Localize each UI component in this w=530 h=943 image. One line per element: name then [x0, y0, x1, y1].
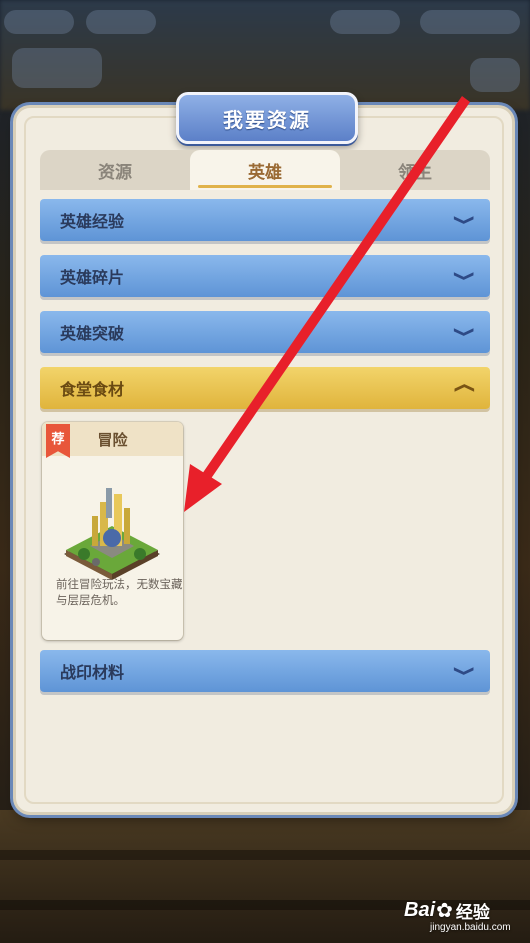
watermark-text: 经验 — [455, 902, 490, 923]
section-canteen-ingredients[interactable]: 食堂食材 ❯ — [40, 367, 490, 409]
chevron-down-icon: ❯ — [452, 665, 476, 677]
section-label: 战印材料 — [60, 663, 125, 682]
chevron-down-icon: ❯ — [452, 270, 476, 282]
section-hero-breakthrough[interactable]: 英雄突破 ❯ — [40, 311, 490, 353]
background-blur — [4, 10, 74, 34]
background-blur — [12, 48, 102, 88]
card-description: 前往冒险玩法，无数宝藏与层层危机。 — [56, 577, 183, 607]
background-shelf — [0, 850, 530, 860]
tab-resources[interactable]: 资源 — [40, 150, 190, 190]
section-label: 英雄突破 — [60, 324, 125, 343]
tab-heroes[interactable]: 英雄 — [190, 150, 340, 190]
section-label: 英雄经验 — [60, 212, 125, 231]
tab-lord[interactable]: 领主 — [340, 150, 490, 190]
section-hero-shards[interactable]: 英雄碎片 ❯ — [40, 255, 490, 297]
dialog-title: 我要资源 — [176, 92, 358, 144]
background-blur — [420, 10, 520, 34]
background-blur — [330, 10, 400, 34]
paw-icon: ✿ — [436, 898, 453, 922]
watermark-logo: Bai — [404, 898, 436, 921]
section-label: 英雄碎片 — [60, 268, 125, 287]
chevron-down-icon: ❯ — [452, 214, 476, 226]
watermark-url: jingyan.baidu.com — [430, 922, 511, 933]
section-label: 食堂食材 — [60, 380, 125, 399]
tab-bar: 资源 英雄 领主 — [40, 150, 490, 190]
background-blur — [86, 10, 156, 34]
chevron-down-icon: ❯ — [452, 326, 476, 338]
adventure-illustration — [64, 488, 160, 580]
section-hero-exp[interactable]: 英雄经验 ❯ — [40, 199, 490, 241]
background-blur — [470, 58, 520, 92]
section-battle-seal-materials[interactable]: 战印材料 ❯ — [40, 650, 490, 692]
chevron-up-icon: ❯ — [452, 382, 476, 394]
